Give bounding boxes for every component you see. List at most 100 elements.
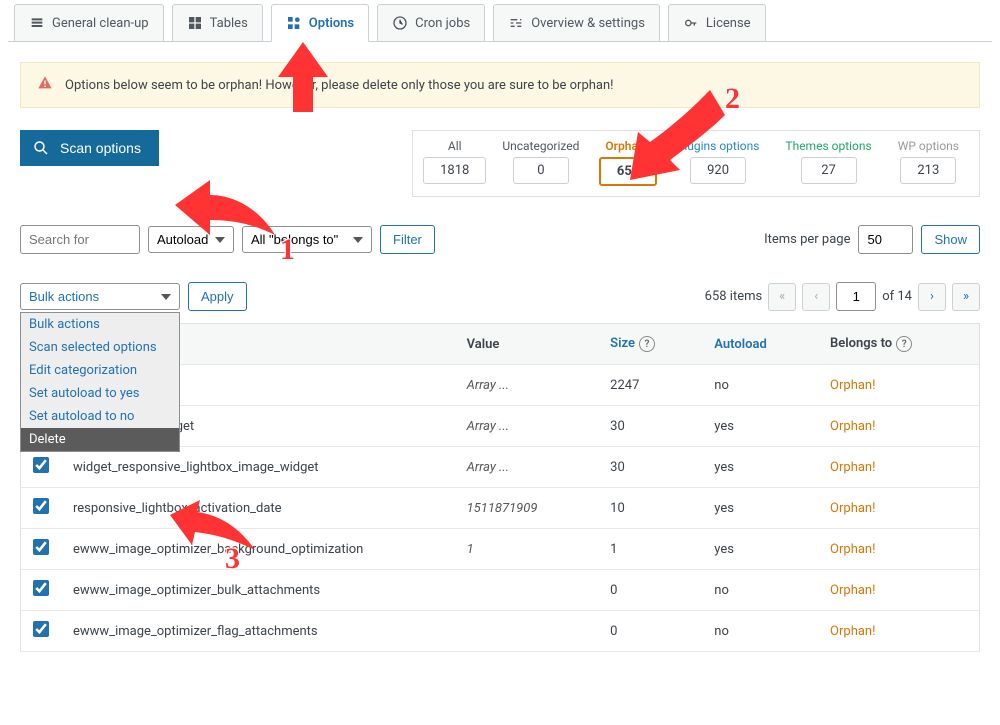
bulk-option[interactable]: Set autoload to no: [21, 405, 179, 428]
cell-belongs: Orphan!: [818, 406, 979, 447]
prev-page-button[interactable]: ‹: [802, 283, 830, 311]
col-size[interactable]: Size?: [598, 324, 702, 365]
tab-options[interactable]: Options: [271, 4, 369, 42]
filter-button[interactable]: Filter: [380, 225, 435, 254]
help-icon[interactable]: ?: [896, 336, 912, 352]
col-belongs: Belongs to?: [818, 324, 979, 365]
cell-belongs: Orphan!: [818, 365, 979, 406]
cell-autoload: no: [702, 570, 818, 611]
filter-plugins-options[interactable]: Plugins options 920: [667, 139, 770, 186]
belongs-to-select[interactable]: All "belongs to": [242, 226, 372, 253]
scan-button-label: Scan options: [60, 140, 141, 156]
autoload-select[interactable]: Autoload: [148, 226, 234, 253]
cell-autoload: yes: [702, 529, 818, 570]
cell-belongs: Orphan!: [818, 488, 979, 529]
category-filter-bar: All 1818 Uncategorized 0 Orphans 658 Plu…: [412, 130, 980, 197]
alert-text: Options below seem to be orphan! However…: [65, 78, 614, 93]
cell-value: [455, 570, 599, 611]
cell-option-name[interactable]: ewww_image_optimizer_bulk_attachments: [61, 570, 455, 611]
col-autoload[interactable]: Autoload: [702, 324, 818, 365]
tab-license[interactable]: License: [668, 4, 766, 41]
bulk-option[interactable]: Set autoload to yes: [21, 382, 179, 405]
options-icon: [286, 15, 302, 31]
cell-size: 30: [598, 447, 702, 488]
cell-option-name[interactable]: widget_responsive_lightbox_image_widget: [61, 447, 455, 488]
filter-orphans[interactable]: Orphans 658: [595, 139, 660, 186]
bulk-actions-select[interactable]: Bulk actions: [20, 283, 180, 310]
table-row: widget_responsive_lightbox_image_widgetA…: [21, 447, 980, 488]
filter-themes-options[interactable]: Themes options 27: [775, 139, 881, 186]
filter-all[interactable]: All 1818: [423, 139, 486, 186]
bulk-actions-dropdown: Bulk actions Scan selected options Edit …: [20, 312, 180, 452]
tab-label: Overview & settings: [531, 16, 645, 31]
tab-content: Options below seem to be orphan! However…: [8, 42, 992, 652]
cell-belongs: Orphan!: [818, 570, 979, 611]
tab-label: General clean-up: [52, 16, 149, 31]
tab-tables[interactable]: Tables: [172, 4, 263, 41]
row-checkbox[interactable]: [33, 457, 49, 473]
cell-value: 1511871909: [455, 488, 599, 529]
page-of-text: of 14: [882, 289, 912, 304]
show-button[interactable]: Show: [921, 225, 980, 254]
page-input[interactable]: [836, 282, 876, 311]
tab-label: Tables: [210, 16, 248, 31]
tab-overview-settings[interactable]: Overview & settings: [493, 4, 660, 41]
sliders-icon: [508, 15, 524, 31]
row-checkbox[interactable]: [33, 498, 49, 514]
col-value: Value: [455, 324, 599, 365]
cell-option-name[interactable]: ewww_image_optimizer_flag_attachments: [61, 611, 455, 652]
cell-value: 1: [455, 529, 599, 570]
tab-label: Cron jobs: [415, 16, 470, 31]
items-per-page-input[interactable]: [858, 225, 913, 254]
scan-options-button[interactable]: Scan options: [20, 130, 159, 166]
cell-size: 30: [598, 406, 702, 447]
cell-size: 2247: [598, 365, 702, 406]
cell-option-name[interactable]: responsive_lightbox_activation_date: [61, 488, 455, 529]
items-per-page-label: Items per page: [764, 232, 850, 247]
cell-autoload: no: [702, 611, 818, 652]
cell-autoload: yes: [702, 406, 818, 447]
cell-value: Array ...: [455, 406, 599, 447]
cell-size: 1: [598, 529, 702, 570]
bulk-option-delete[interactable]: Delete: [21, 428, 179, 451]
filter-wp-options[interactable]: WP options 213: [888, 139, 969, 186]
tab-label: License: [706, 16, 751, 31]
cell-value: [455, 611, 599, 652]
cell-autoload: yes: [702, 488, 818, 529]
help-icon[interactable]: ?: [639, 336, 655, 352]
row-checkbox[interactable]: [33, 580, 49, 596]
search-icon: [32, 139, 50, 157]
filter-uncategorized[interactable]: Uncategorized 0: [492, 139, 589, 186]
tab-general-cleanup[interactable]: General clean-up: [14, 4, 164, 41]
bulk-option[interactable]: Scan selected options: [21, 336, 179, 359]
cell-belongs: Orphan!: [818, 611, 979, 652]
cell-autoload: no: [702, 365, 818, 406]
warning-icon: [37, 75, 53, 95]
tabs-bar: General clean-up Tables Options Cron job…: [8, 0, 992, 42]
table-row: ewww_image_optimizer_background_optimiza…: [21, 529, 980, 570]
cell-option-name[interactable]: ewww_image_optimizer_background_optimiza…: [61, 529, 455, 570]
clock-icon: [392, 15, 408, 31]
cell-size: 10: [598, 488, 702, 529]
bulk-option[interactable]: Bulk actions: [21, 313, 179, 336]
row-checkbox[interactable]: [33, 621, 49, 637]
cell-autoload: yes: [702, 447, 818, 488]
first-page-button[interactable]: «: [768, 283, 796, 311]
cell-size: 0: [598, 611, 702, 652]
key-icon: [683, 15, 699, 31]
cell-value: Array ...: [455, 447, 599, 488]
last-page-button[interactable]: »: [952, 283, 980, 311]
apply-button[interactable]: Apply: [188, 282, 247, 311]
warning-alert: Options below seem to be orphan! However…: [20, 62, 980, 108]
row-checkbox[interactable]: [33, 539, 49, 555]
next-page-button[interactable]: ›: [918, 283, 946, 311]
cell-belongs: Orphan!: [818, 447, 979, 488]
cell-belongs: Orphan!: [818, 529, 979, 570]
cell-value: Array ...: [455, 365, 599, 406]
table-icon: [187, 15, 203, 31]
table-row: ewww_image_optimizer_bulk_attachments0no…: [21, 570, 980, 611]
bulk-option[interactable]: Edit categorization: [21, 359, 179, 382]
search-input[interactable]: [20, 225, 140, 254]
table-row: ewww_image_optimizer_flag_attachments 0no…: [21, 611, 980, 652]
tab-cron-jobs[interactable]: Cron jobs: [377, 4, 485, 41]
